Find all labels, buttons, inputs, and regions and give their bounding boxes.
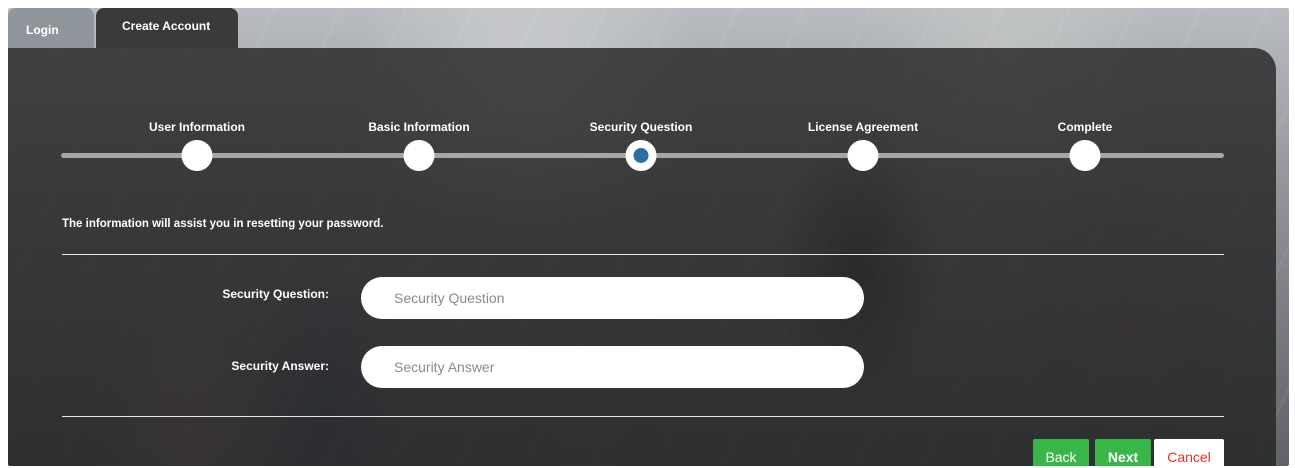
security-question-label: Security Question: bbox=[222, 287, 329, 301]
step-dot-security-question bbox=[625, 140, 657, 171]
cancel-button[interactable]: Cancel bbox=[1154, 439, 1224, 466]
next-button[interactable]: Next bbox=[1095, 439, 1151, 466]
info-text: The information will assist you in reset… bbox=[62, 218, 384, 230]
progress-stepper: User Information Basic Information Secur… bbox=[8, 48, 1276, 171]
step-label-license-agreement: License Agreement bbox=[807, 120, 919, 134]
background-photo: Login Create Account User Information Ba… bbox=[8, 8, 1289, 466]
step-label-user-information: User Information bbox=[148, 120, 246, 134]
step-label-complete: Complete bbox=[1057, 120, 1113, 134]
step-dot-complete bbox=[1069, 140, 1101, 171]
create-account-panel: User Information Basic Information Secur… bbox=[8, 48, 1276, 466]
divider-bottom bbox=[62, 416, 1224, 417]
security-answer-label: Security Answer: bbox=[231, 359, 329, 373]
back-button[interactable]: Back bbox=[1033, 439, 1089, 466]
divider-top bbox=[62, 254, 1224, 255]
security-answer-input[interactable] bbox=[361, 346, 864, 388]
step-label-security-question: Security Question bbox=[589, 120, 693, 134]
step-label-basic-information: Basic Information bbox=[368, 120, 470, 134]
tab-create-account-label: Create Account bbox=[122, 19, 211, 33]
security-question-input[interactable] bbox=[361, 277, 864, 319]
step-dot-basic-information bbox=[403, 140, 435, 171]
step-dot-license-agreement bbox=[847, 140, 879, 171]
tab-login[interactable]: Login bbox=[8, 8, 94, 48]
tab-login-label: Login bbox=[26, 23, 59, 37]
step-dot-user-information bbox=[181, 140, 213, 171]
tab-create-account[interactable]: Create Account bbox=[96, 8, 238, 48]
